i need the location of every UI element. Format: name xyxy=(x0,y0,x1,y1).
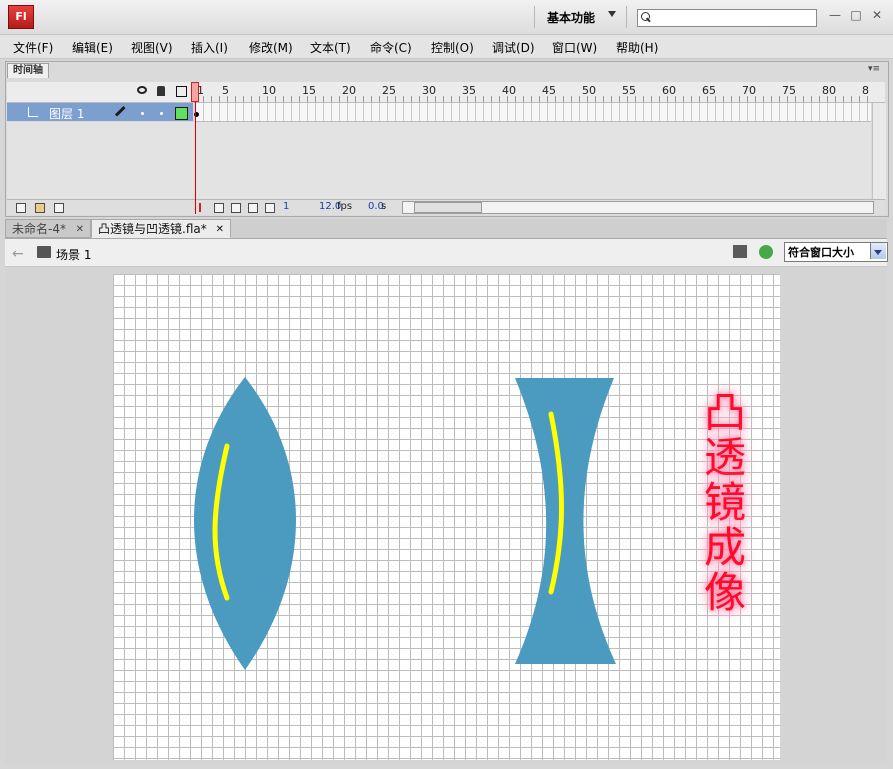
title-divider xyxy=(534,6,535,28)
frame-grid[interactable] xyxy=(195,103,871,122)
chevron-down-icon xyxy=(874,250,882,255)
frame-ruler[interactable]: 1 5 10 15 20 25 30 35 40 45 50 55 60 65 … xyxy=(195,82,871,102)
frame-tick: 30 xyxy=(422,84,436,97)
chevron-down-icon[interactable] xyxy=(608,11,616,17)
back-arrow-icon[interactable]: ← xyxy=(12,246,24,262)
frame-tick: 65 xyxy=(702,84,716,97)
layer-type-icon xyxy=(28,107,38,117)
concave-lens[interactable] xyxy=(515,378,616,664)
title-char: 像 xyxy=(703,568,746,617)
center-frame-icon[interactable] xyxy=(199,203,201,212)
convex-lens[interactable] xyxy=(194,377,296,670)
close-icon[interactable]: ✕ xyxy=(76,220,84,239)
title-char: 成 xyxy=(703,523,746,572)
frame-tick: 70 xyxy=(742,84,756,97)
panel-menu-icon[interactable]: ▾≡ xyxy=(868,64,880,74)
menu-modify[interactable]: 修改(M) xyxy=(249,39,293,56)
close-button[interactable]: ✕ xyxy=(868,7,886,23)
playhead-line xyxy=(195,102,196,214)
menu-help[interactable]: 帮助(H) xyxy=(616,39,658,56)
minimize-button[interactable]: — xyxy=(826,7,844,23)
frame-tick: 40 xyxy=(502,84,516,97)
frame-rate-unit: fps xyxy=(337,201,353,212)
layer-name[interactable]: 图层 1 xyxy=(49,105,84,122)
frame-tick: 10 xyxy=(262,84,276,97)
timeline-empty-area xyxy=(7,122,871,199)
outline-icon[interactable] xyxy=(176,86,187,97)
help-search-input[interactable] xyxy=(637,9,817,27)
menu-control[interactable]: 控制(O) xyxy=(431,39,474,56)
modify-markers-icon[interactable] xyxy=(265,203,275,213)
title-char: 凸 xyxy=(703,388,746,437)
edit-symbols-icon[interactable] xyxy=(759,245,773,259)
frame-tick: 45 xyxy=(542,84,556,97)
menu-file[interactable]: 文件(F) xyxy=(13,39,53,56)
edit-bar xyxy=(5,239,887,267)
lock-icon[interactable] xyxy=(157,86,165,96)
current-frame: 1 xyxy=(283,201,290,212)
menu-edit[interactable]: 编辑(E) xyxy=(72,39,113,56)
title-char: 镜 xyxy=(703,478,746,527)
doc-tab-untitled[interactable]: 未命名-4* ✕ xyxy=(5,219,91,238)
menu-window[interactable]: 窗口(W) xyxy=(552,39,597,56)
stage-drawing[interactable] xyxy=(113,274,780,760)
menu-commands[interactable]: 命令(C) xyxy=(370,39,412,56)
edit-multiple-frames-icon[interactable] xyxy=(248,203,258,213)
frame-tick: 15 xyxy=(302,84,316,97)
playhead[interactable] xyxy=(191,82,199,102)
title-char: 透 xyxy=(703,433,746,482)
onion-skin-icon[interactable] xyxy=(214,203,224,213)
menu-debug[interactable]: 调试(D) xyxy=(492,39,535,56)
frame-tick: 60 xyxy=(662,84,676,97)
delete-trash-icon[interactable] xyxy=(54,203,64,213)
scene-breadcrumb[interactable]: 场景 1 xyxy=(56,246,91,263)
frame-tick: 55 xyxy=(622,84,636,97)
close-icon[interactable]: ✕ xyxy=(216,220,224,239)
elapsed-time-unit: s xyxy=(381,201,387,212)
scene-clapper-icon xyxy=(37,246,51,258)
timeline-vertical-scrollbar[interactable] xyxy=(872,103,886,199)
maximize-button[interactable]: □ xyxy=(847,7,865,23)
scrollbar-thumb[interactable] xyxy=(414,202,482,213)
frame-tick: 5 xyxy=(222,84,229,97)
new-folder-icon[interactable] xyxy=(35,203,45,213)
frame-tick: 8 xyxy=(862,84,869,97)
onion-outlines-icon[interactable] xyxy=(231,203,241,213)
vertical-title-text[interactable]: 凸 透 镜 成 像 xyxy=(698,390,752,615)
layer-color-swatch[interactable] xyxy=(175,107,188,120)
zoom-value: 符合窗口大小 xyxy=(788,246,854,259)
frame-tick: 25 xyxy=(382,84,396,97)
menu-insert[interactable]: 插入(I) xyxy=(191,39,228,56)
edit-scene-icon[interactable] xyxy=(733,245,747,258)
frame-tick: 20 xyxy=(342,84,356,97)
doc-tab-label: 未命名-4* xyxy=(12,222,66,236)
doc-tab-lens-fla[interactable]: 凸透镜与凹透镜.fla* ✕ xyxy=(91,219,231,238)
new-layer-icon[interactable] xyxy=(16,203,26,213)
menu-text[interactable]: 文本(T) xyxy=(310,39,351,56)
frame-tick: 80 xyxy=(822,84,836,97)
workspace-switcher[interactable]: 基本功能 xyxy=(547,9,595,26)
frame-tick: 75 xyxy=(782,84,796,97)
title-divider xyxy=(626,6,627,28)
show-hide-eye-icon[interactable] xyxy=(137,86,147,94)
menu-view[interactable]: 视图(V) xyxy=(131,39,173,56)
doc-tab-label: 凸透镜与凹透镜.fla* xyxy=(98,222,207,236)
frame-tick: 35 xyxy=(462,84,476,97)
visible-dot[interactable] xyxy=(141,112,144,115)
timeline-tab[interactable]: 时间轴 xyxy=(7,63,49,78)
lock-dot[interactable] xyxy=(160,112,163,115)
flash-logo-icon: Fl xyxy=(8,5,34,29)
frame-tick: 50 xyxy=(582,84,596,97)
